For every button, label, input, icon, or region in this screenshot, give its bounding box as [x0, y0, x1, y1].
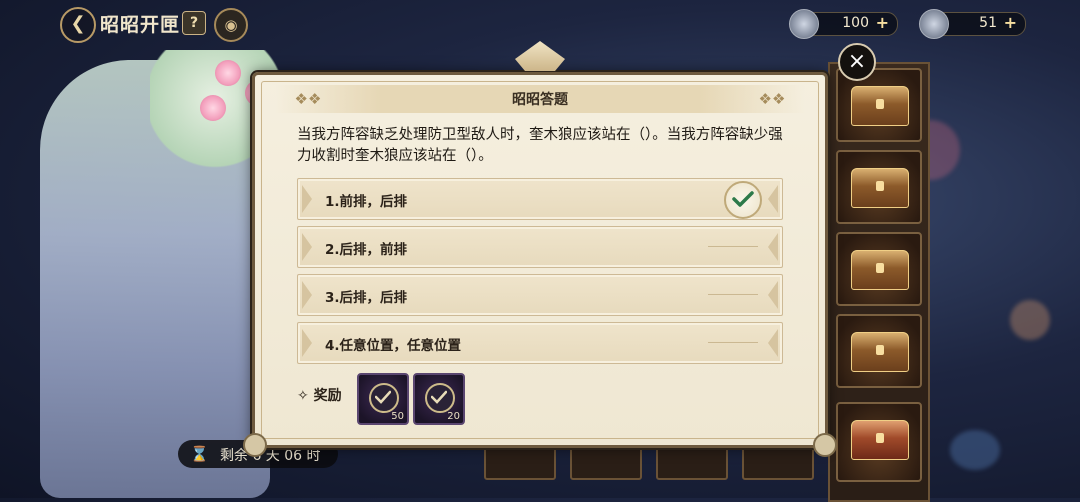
reward-row: ✧ 奖励 50 20 — [297, 373, 597, 425]
close-button[interactable]: × — [838, 43, 876, 81]
bottom-slot[interactable] — [484, 446, 556, 480]
chest-slot[interactable] — [836, 314, 922, 388]
chest-slot[interactable] — [836, 232, 922, 306]
chest-icon — [851, 168, 909, 208]
option-cap-left — [302, 185, 312, 213]
chest-icon — [851, 332, 909, 372]
option-cap-left — [302, 233, 312, 261]
dialog-header: ❖❖ 昭昭答题 ❖❖ — [275, 85, 805, 113]
chest-slot[interactable] — [836, 150, 922, 224]
answer-option-4[interactable]: 4.任意位置，任意位置 — [297, 322, 783, 364]
add-currency-button[interactable]: + — [1004, 13, 1017, 32]
purple-emblem-icon — [425, 383, 455, 413]
chest-icon — [851, 86, 909, 126]
top-bar: ❮ 昭昭开匣 ? ◉ 100 + 51 + — [0, 0, 1080, 46]
answer-option-1[interactable]: 1.前排，后排 — [297, 178, 783, 220]
help-icon[interactable]: ? — [182, 11, 206, 35]
page-title: 昭昭开匣 — [100, 14, 181, 36]
option-label: 2.后排，前排 — [325, 242, 408, 258]
flower-decoration — [200, 95, 226, 121]
chest-panel — [828, 62, 930, 502]
dialog-title: 昭昭答题 — [512, 92, 568, 108]
option-divider — [708, 342, 758, 343]
chest-icon — [851, 250, 909, 290]
purple-emblem-icon — [369, 383, 399, 413]
gear-coin-icon — [919, 9, 949, 39]
bottom-slot-row — [480, 446, 830, 498]
reward-quantity: 20 — [447, 411, 460, 422]
corner-ornament — [813, 433, 837, 457]
timer-text: 剩余 6 天 06 时 — [220, 448, 321, 464]
back-button[interactable]: ❮ — [60, 7, 96, 43]
answer-option-2[interactable]: 2.后排，前排 — [297, 226, 783, 268]
reward-label: ✧ 奖励 — [297, 388, 342, 404]
reward-item[interactable]: 50 — [357, 373, 409, 425]
reward-quantity: 50 — [391, 411, 404, 422]
bottom-slot[interactable] — [570, 446, 642, 480]
option-label: 1.前排，后排 — [325, 194, 408, 210]
check-icon — [724, 181, 762, 219]
option-cap-right — [768, 329, 778, 357]
currency-amount: 51 — [979, 15, 997, 31]
option-divider — [708, 246, 758, 247]
option-cap-right — [768, 185, 778, 213]
reward-label-text: 奖励 — [313, 388, 342, 404]
currency-silver: 100 + — [789, 9, 898, 39]
bottom-slot[interactable] — [742, 446, 814, 480]
answer-option-3[interactable]: 3.后排，后排 — [297, 274, 783, 316]
chest-slot[interactable] — [836, 402, 922, 482]
option-divider — [708, 294, 758, 295]
lock-icon[interactable]: ◉ — [214, 8, 248, 42]
question-text: 当我方阵容缺乏处理防卫型敌人时，奎木狼应该站在（）。当我方阵容缺少强力收割时奎木… — [297, 127, 783, 164]
bottom-slot[interactable] — [656, 446, 728, 480]
option-cap-right — [768, 281, 778, 309]
quiz-dialog: ❖❖ 昭昭答题 ❖❖ 当我方阵容缺乏处理防卫型敌人时，奎木狼应该站在（）。当我方… — [243, 41, 837, 457]
option-cap-left — [302, 281, 312, 309]
flower-decoration — [215, 60, 241, 86]
option-label: 3.后排，后排 — [325, 290, 408, 306]
hourglass-icon: ⌛ — [190, 445, 209, 463]
reward-item[interactable]: 20 — [413, 373, 465, 425]
option-cap-right — [768, 233, 778, 261]
background-glow — [950, 430, 1000, 470]
back-arrow-icon: ❮ — [70, 13, 86, 34]
corner-ornament — [243, 433, 267, 457]
currency-gear: 51 + — [919, 9, 1026, 39]
option-cap-left — [302, 329, 312, 357]
silver-coin-icon — [789, 9, 819, 39]
ornament-right-icon: ❖❖ — [758, 90, 786, 108]
add-currency-button[interactable]: + — [876, 13, 889, 32]
background-glow — [1010, 300, 1050, 340]
currency-amount: 100 — [842, 15, 869, 31]
option-label: 4.任意位置，任意位置 — [325, 338, 462, 354]
chest-icon — [851, 420, 909, 460]
